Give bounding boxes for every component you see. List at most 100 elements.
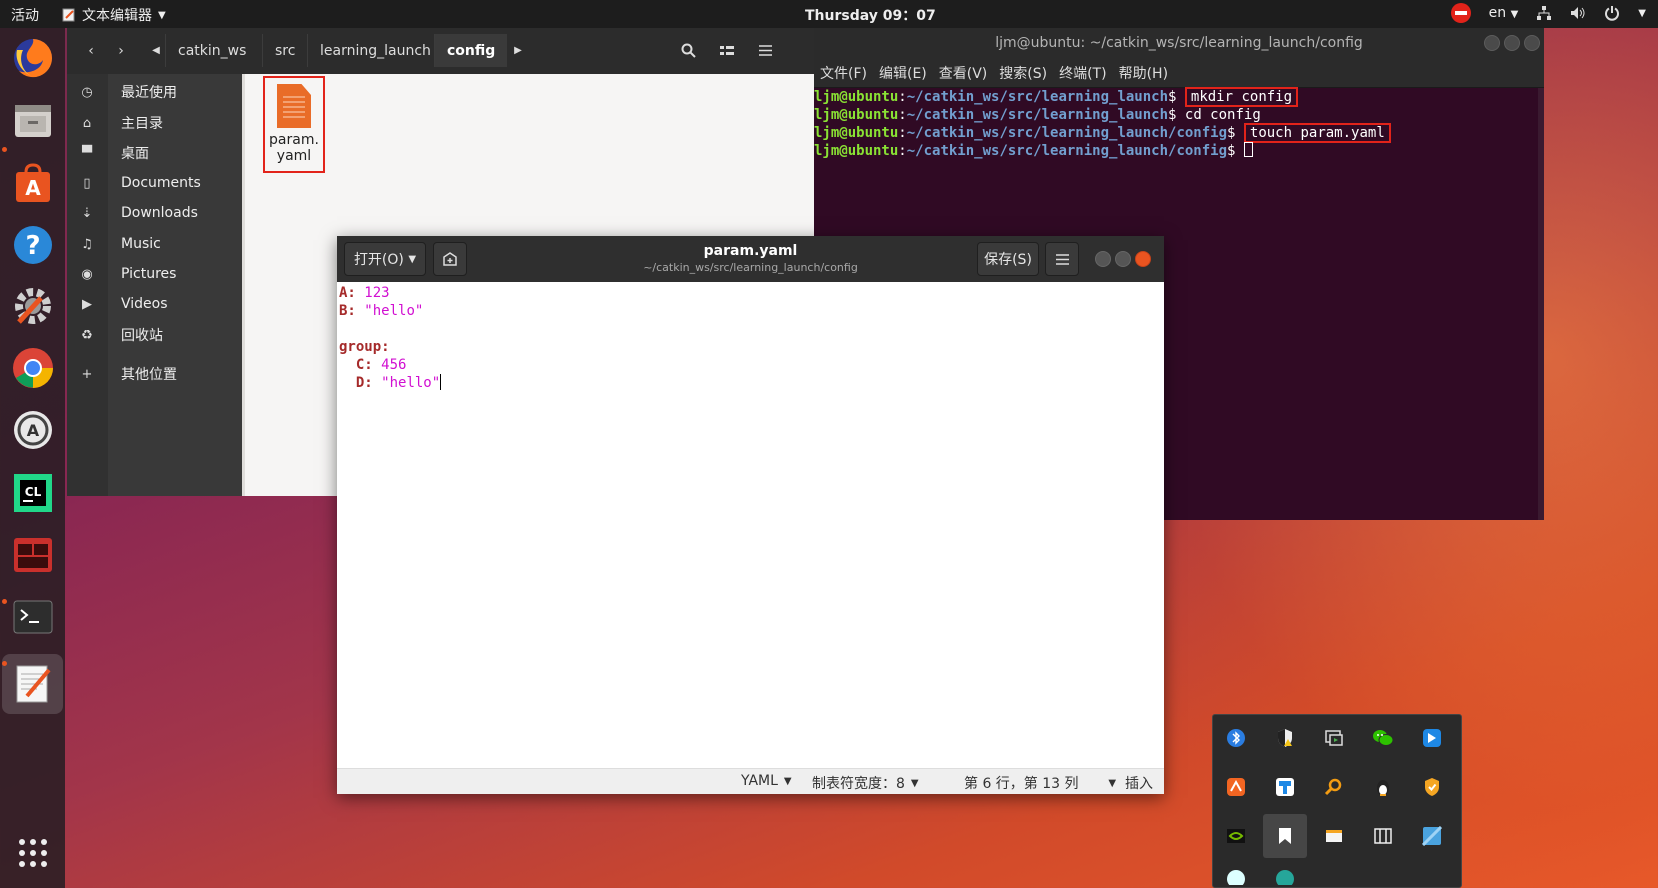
text-editor-icon[interactable] [2, 654, 63, 714]
chevron-down-icon[interactable]: ▼ [1638, 8, 1646, 19]
file-item-param-yaml[interactable]: param. yaml [263, 76, 325, 173]
sidebar-item-other-locations[interactable]: + 其他位置 [67, 359, 242, 389]
menu-edit[interactable]: 编辑(E) [879, 63, 927, 83]
nvidia-icon[interactable] [1214, 814, 1258, 858]
show-apps-icon[interactable] [8, 828, 58, 878]
blue-app-icon[interactable] [1263, 765, 1307, 809]
sidebar-item-trash[interactable]: ♻ 回收站 [67, 320, 242, 350]
language-selector[interactable]: YAML ▼ [741, 773, 792, 789]
menu-view[interactable]: 查看(V) [939, 63, 988, 83]
sidebar-item-videos[interactable]: ▶ Videos [67, 289, 242, 319]
bluetooth-icon[interactable] [1214, 716, 1258, 760]
menu-help[interactable]: 帮助(H) [1119, 63, 1168, 83]
breadcrumb-catkin-ws[interactable]: catkin_ws [165, 34, 258, 67]
menu-search[interactable]: 搜索(S) [999, 63, 1047, 83]
search-button[interactable] [673, 34, 703, 67]
editor-menu-button[interactable] [1045, 242, 1079, 276]
save-button[interactable]: 保存(S) [977, 242, 1039, 276]
sidebar-item-desktop[interactable]: ▀ 桌面 [67, 138, 242, 168]
maximize-button[interactable] [1504, 35, 1520, 51]
sidebar-item-recent[interactable]: ◷ 最近使用 [67, 77, 242, 107]
round-app-icon[interactable] [1263, 861, 1307, 888]
menu-button[interactable] [750, 34, 780, 67]
terminal-output[interactable]: ljm@ubuntu:~/catkin_ws/src/learning_laun… [814, 87, 1544, 160]
software-center-icon[interactable]: A [8, 158, 58, 208]
network-icon[interactable] [1536, 5, 1552, 21]
chrome-icon[interactable] [8, 343, 58, 393]
yaml-value: "hello" [381, 375, 441, 391]
minimize-button[interactable] [1095, 251, 1111, 267]
terminal-line: ljm@ubuntu:~/catkin_ws/src/learning_laun… [814, 123, 1544, 143]
wechat-icon[interactable] [1361, 716, 1405, 760]
yaml-key: D: [355, 375, 373, 391]
terminal-scrollbar[interactable] [1538, 88, 1544, 520]
desktop-icon: ▀ [82, 145, 92, 161]
home-icon: ⌂ [82, 115, 92, 131]
breadcrumb-learning-launch[interactable]: learning_launch [307, 34, 443, 67]
security-warning-icon[interactable] [1263, 716, 1307, 760]
back-button[interactable]: ‹ [77, 34, 105, 67]
terminal-title: ljm@ubuntu: ~/catkin_ws/src/learning_lau… [995, 35, 1363, 51]
prompt-path: ~/catkin_ws/src/learning_launch/config [906, 143, 1228, 159]
clion-icon[interactable]: CL [8, 468, 58, 518]
file-name: param. yaml [266, 132, 322, 164]
maximize-button[interactable] [1115, 251, 1131, 267]
prompt-path: ~/catkin_ws/src/learning_launch/config [906, 125, 1228, 141]
app-menu-label: 文本编辑器 [82, 8, 152, 24]
terminal-alt-icon[interactable] [8, 530, 58, 580]
firefox-icon[interactable] [8, 33, 58, 83]
sidebar-item-home[interactable]: ⌂ 主目录 [67, 108, 242, 138]
pictures-icon: ◉ [81, 266, 93, 282]
forward-button[interactable]: › [107, 34, 135, 67]
breadcrumb-src[interactable]: src [262, 34, 307, 67]
search-app-icon[interactable] [1312, 765, 1356, 809]
penguin-icon[interactable] [1361, 765, 1405, 809]
minimize-button[interactable] [1484, 35, 1500, 51]
breadcrumb-config[interactable]: config [434, 34, 508, 67]
files-icon[interactable] [8, 96, 58, 146]
window-icon[interactable] [1312, 814, 1356, 858]
clock[interactable]: Thursday 09：07 [805, 5, 936, 25]
sidebar-item-label: Music [121, 236, 161, 252]
path-left-arrow[interactable]: ◀ [147, 34, 165, 67]
app-menu[interactable]: 文本编辑器 ▼ [62, 5, 166, 25]
teal-app-icon[interactable] [1214, 861, 1258, 888]
volume-icon[interactable] [1570, 5, 1586, 21]
editor-text-area[interactable]: A: 123 B: "hello" group: C: 456 D: "hell… [339, 284, 442, 392]
running-indicator [2, 661, 7, 666]
dock: A ? A CL [0, 28, 65, 888]
do-not-disturb-icon[interactable] [1450, 3, 1471, 23]
updater-icon[interactable]: A [8, 405, 58, 455]
close-button[interactable] [1524, 35, 1540, 51]
help-icon[interactable]: ? [8, 220, 58, 270]
menu-terminal[interactable]: 终端(T) [1059, 63, 1106, 83]
view-options-button[interactable] [712, 34, 742, 67]
sidebar-item-documents[interactable]: ▯ Documents [67, 168, 242, 198]
sidebar-item-music[interactable]: ♫ Music [67, 229, 242, 259]
cursor-position-selector[interactable]: 第 6 行，第 13 列 ▼ [964, 773, 1116, 793]
sidebar-item-label: 最近使用 [121, 85, 177, 101]
tab-width-selector[interactable]: 制表符宽度：8 ▼ [812, 773, 919, 793]
language-label: YAML [741, 773, 778, 789]
activities-button[interactable]: 活动 [11, 5, 39, 25]
terminal-icon[interactable] [8, 592, 58, 642]
prompt-path: ~/catkin_ws/src/learning_launch [906, 89, 1169, 105]
feishu-icon[interactable] [1410, 716, 1454, 760]
screencast-icon[interactable] [1312, 716, 1356, 760]
sidebar-item-pictures[interactable]: ◉ Pictures [67, 259, 242, 289]
chevron-down-icon: ▼ [1108, 777, 1117, 789]
sidebar-item-downloads[interactable]: ⇣ Downloads [67, 198, 242, 228]
settings-icon[interactable] [8, 281, 58, 331]
huawei-icon[interactable] [1214, 765, 1258, 809]
blue-square-icon[interactable] [1410, 814, 1454, 858]
terminal-line: ljm@ubuntu:~/catkin_ws/src/learning_laun… [814, 107, 1261, 123]
panel-icon[interactable] [1361, 814, 1405, 858]
menu-file[interactable]: 文件(F) [820, 63, 867, 83]
shield-icon[interactable] [1410, 765, 1454, 809]
svg-text:A: A [27, 421, 40, 440]
path-right-arrow[interactable]: ▶ [509, 34, 527, 67]
bookmark-icon[interactable] [1263, 814, 1307, 858]
power-icon[interactable] [1604, 5, 1620, 21]
close-button[interactable] [1135, 251, 1151, 267]
language-indicator[interactable]: en ▼ [1489, 5, 1519, 21]
